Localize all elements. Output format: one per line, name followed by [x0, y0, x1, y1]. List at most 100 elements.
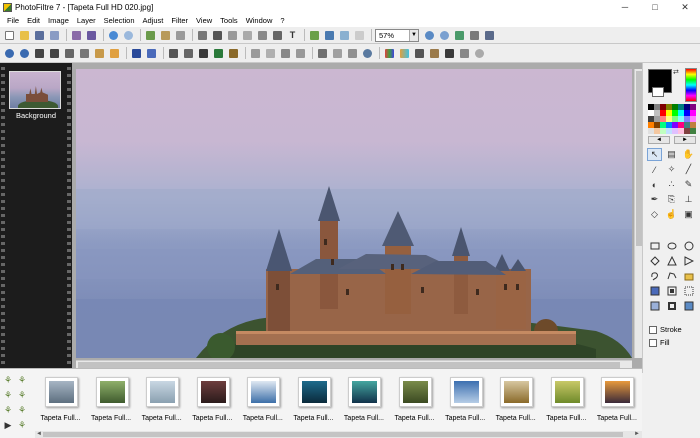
copy-icon[interactable]	[144, 29, 157, 42]
folder-tree-icon[interactable]: ⚘	[2, 374, 14, 386]
polygon-shape-icon[interactable]	[664, 269, 679, 282]
hand-tool-icon[interactable]: ✋	[681, 148, 696, 161]
maximize-button[interactable]: □	[640, 0, 670, 14]
file-thumbnail[interactable]	[500, 377, 534, 407]
blur-tool-icon[interactable]: ◇	[647, 208, 662, 221]
crop-icon[interactable]	[226, 29, 239, 42]
effect-d-icon[interactable]	[294, 47, 307, 60]
palette-prev-button[interactable]: ◄	[648, 136, 670, 144]
menu-edit[interactable]: Edit	[23, 16, 44, 25]
file-thumbnail[interactable]	[449, 377, 483, 407]
filter-c-icon[interactable]	[338, 29, 351, 42]
close-button[interactable]: ✕	[670, 0, 700, 14]
menu-image[interactable]: Image	[44, 16, 73, 25]
file-thumbnail-item[interactable]: Tapeta Full...	[187, 371, 238, 429]
menu-window[interactable]: Window	[242, 16, 277, 25]
droplet-icon[interactable]	[361, 47, 374, 60]
folder-up-icon[interactable]: ⚘	[16, 374, 28, 386]
smile-icon[interactable]	[473, 47, 486, 60]
zoom-out-icon[interactable]	[438, 29, 451, 42]
blur-icon[interactable]	[331, 47, 344, 60]
stamp-tool-icon[interactable]: ⊥	[681, 193, 696, 206]
flip-v-icon[interactable]	[48, 47, 61, 60]
diamond-shape-icon[interactable]	[647, 254, 662, 267]
minimize-button[interactable]: ─	[610, 0, 640, 14]
zoom-in-icon[interactable]	[423, 29, 436, 42]
file-thumbnail[interactable]	[247, 377, 281, 407]
clone-tool-icon[interactable]: ⎘	[664, 193, 679, 206]
file-thumbnail-item[interactable]: Tapeta Full...	[591, 371, 642, 429]
folder-new-icon[interactable]: ⚘	[16, 389, 28, 401]
soften-icon[interactable]	[346, 47, 359, 60]
rotate-right-icon[interactable]	[18, 47, 31, 60]
frame-icon[interactable]	[271, 29, 284, 42]
background-color-swatch[interactable]	[652, 87, 664, 97]
lasso-shape-icon[interactable]	[647, 269, 662, 282]
filmstrip-scrollbar[interactable]: ◄ ►	[35, 431, 642, 438]
menu-layer[interactable]: Layer	[73, 16, 100, 25]
full-screen-icon[interactable]	[483, 29, 496, 42]
filter-a-icon[interactable]	[308, 29, 321, 42]
palette-swatch[interactable]	[690, 128, 696, 134]
stamp-icon[interactable]	[458, 47, 471, 60]
file-thumbnail-item[interactable]: Tapeta Full...	[541, 371, 592, 429]
negative-icon[interactable]	[443, 47, 456, 60]
rectangle-shape-icon[interactable]	[647, 239, 662, 252]
stroke-checkbox[interactable]	[649, 325, 657, 334]
filter-b-icon[interactable]	[323, 29, 336, 42]
file-thumbnail[interactable]	[45, 377, 78, 407]
transform-icon[interactable]	[63, 47, 76, 60]
pointer-tool-icon[interactable]: ↖	[647, 148, 662, 161]
selection-mode-e-icon[interactable]	[664, 299, 679, 312]
spray-tool-icon[interactable]: ∴	[664, 178, 679, 191]
fit-window-icon[interactable]	[453, 29, 466, 42]
file-thumbnail[interactable]	[399, 377, 433, 407]
filter-d-icon[interactable]	[353, 29, 366, 42]
scroll-right-icon[interactable]: ►	[634, 431, 640, 437]
selection-mode-a-icon[interactable]	[647, 284, 662, 297]
canvas-size-icon[interactable]	[211, 29, 224, 42]
file-thumbnail-item[interactable]: Tapeta Full...	[136, 371, 187, 429]
sepia-icon[interactable]	[428, 47, 441, 60]
paste-icon[interactable]	[159, 29, 172, 42]
list-icon[interactable]: ⚘	[16, 419, 28, 431]
menu-help[interactable]: ?	[276, 16, 288, 25]
folder-favorite-icon[interactable]: ⚘	[2, 404, 14, 416]
menu-tools[interactable]: Tools	[216, 16, 242, 25]
ellipse-shape-icon[interactable]	[664, 239, 679, 252]
color-grid-icon[interactable]	[212, 47, 225, 60]
folder-options-icon[interactable]: ⚘	[16, 404, 28, 416]
chevron-down-icon[interactable]: ▼	[409, 29, 418, 41]
scroll-left-icon[interactable]: ◄	[36, 431, 42, 437]
file-thumbnail[interactable]	[601, 377, 635, 407]
layer-thumbnail[interactable]	[9, 71, 61, 109]
save-as-icon[interactable]	[48, 29, 61, 42]
effect-c-icon[interactable]	[279, 47, 292, 60]
arrow-shape-icon[interactable]	[681, 254, 696, 267]
line-tool-icon[interactable]: ╱	[681, 163, 696, 176]
file-thumbnail-item[interactable]: Tapeta Full...	[440, 371, 491, 429]
palette-next-button[interactable]: ►	[674, 136, 696, 144]
zoom-select[interactable]: 57% ▼	[375, 28, 419, 42]
perspective-icon[interactable]	[93, 47, 106, 60]
open-folder-icon[interactable]	[18, 29, 31, 42]
file-thumbnail-item[interactable]: Tapeta Full...	[338, 371, 389, 429]
smudge-tool-icon[interactable]: ☝	[664, 208, 679, 221]
open-file-icon[interactable]	[681, 269, 696, 282]
menu-file[interactable]: File	[3, 16, 23, 25]
file-thumbnail[interactable]	[550, 377, 584, 407]
text-icon[interactable]: T	[286, 29, 299, 42]
menu-adjust[interactable]: Adjust	[139, 16, 168, 25]
save-icon[interactable]	[33, 29, 46, 42]
layer-label[interactable]: Background	[0, 111, 72, 120]
selection-mode-f-icon[interactable]	[681, 299, 696, 312]
file-thumbnail[interactable]	[196, 377, 230, 407]
file-thumbnail-item[interactable]: Tapeta Full...	[490, 371, 541, 429]
curves-icon[interactable]	[145, 47, 158, 60]
align-a-icon[interactable]	[167, 47, 180, 60]
undo-icon[interactable]	[107, 29, 120, 42]
file-thumbnail[interactable]	[146, 377, 180, 407]
scan-icon[interactable]	[85, 29, 98, 42]
levels-icon[interactable]	[130, 47, 143, 60]
selection-mode-c-icon[interactable]	[681, 284, 696, 297]
